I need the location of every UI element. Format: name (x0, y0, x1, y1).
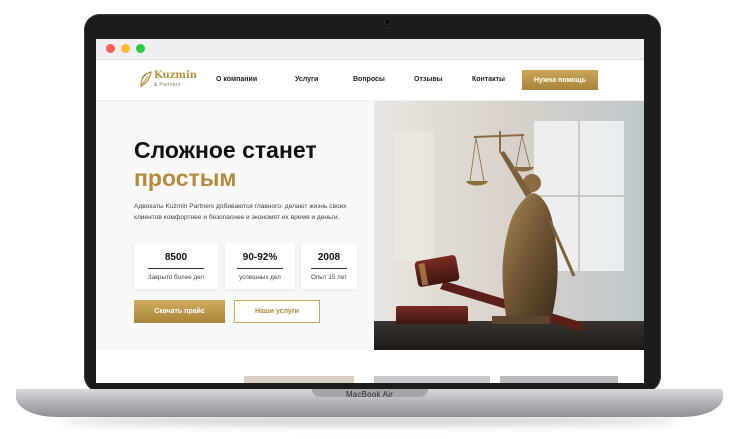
nav-contacts[interactable]: Контакты (472, 76, 505, 83)
nav-about[interactable]: О компании (216, 76, 257, 83)
nav-questions[interactable]: Вопросы (353, 76, 385, 83)
laptop-screen: Kuzmin & Partners О компании Услуги Вопр… (96, 39, 644, 383)
camera-icon (385, 19, 390, 24)
hero-photo (374, 101, 644, 350)
maximize-window-icon[interactable] (136, 44, 145, 53)
site-header: Kuzmin & Partners О компании Услуги Вопр… (96, 60, 644, 101)
logo-subtitle: & Partners (154, 82, 181, 88)
stat-card: 90-92% успешных дел (225, 243, 295, 289)
hero-description: Адвокаты Kuzmin Partners добиваются глав… (134, 203, 347, 221)
our-services-button[interactable]: Наши услуги (234, 300, 320, 323)
hero-title-accent: простым (134, 165, 237, 191)
close-window-icon[interactable] (106, 44, 115, 53)
stat-divider (148, 268, 204, 269)
stat-value: 8500 (164, 252, 188, 263)
laptop-shadow (60, 416, 679, 426)
browser-chrome (96, 39, 644, 60)
stat-label: Опыт 15 лет (310, 274, 348, 281)
stat-divider (311, 268, 347, 269)
stat-label: успешных дел (239, 274, 281, 281)
leaf-logo-icon (140, 71, 152, 87)
nav-services[interactable]: Услуги (295, 76, 318, 83)
hero-image-lady-justice (374, 101, 644, 350)
stat-label: Закрыто более дел (147, 274, 205, 281)
stat-value: 2008 (317, 252, 341, 263)
download-price-button[interactable]: Скачать прайс (134, 300, 225, 323)
next-section-preview (96, 350, 644, 383)
logo-name: Kuzmin (154, 70, 198, 81)
nav-reviews[interactable]: Отзывы (414, 76, 443, 83)
preview-image (500, 376, 618, 383)
device-label: MacBook Air (345, 390, 394, 399)
stat-card: 8500 Закрыто более дел (134, 243, 218, 289)
stat-divider (237, 268, 283, 269)
minimize-window-icon[interactable] (121, 44, 130, 53)
preview-image (374, 376, 490, 383)
stat-card: 2008 Опыт 15 лет (301, 243, 357, 289)
need-help-button[interactable]: Нужна помощь (522, 70, 598, 90)
logo[interactable]: Kuzmin & Partners (140, 69, 200, 91)
hero-title: Сложное станет (134, 137, 317, 163)
stat-value: 90-92% (242, 252, 278, 263)
preview-image (244, 376, 354, 383)
hero-content: Сложное станет простым Адвокаты Kuzmin P… (96, 101, 374, 351)
